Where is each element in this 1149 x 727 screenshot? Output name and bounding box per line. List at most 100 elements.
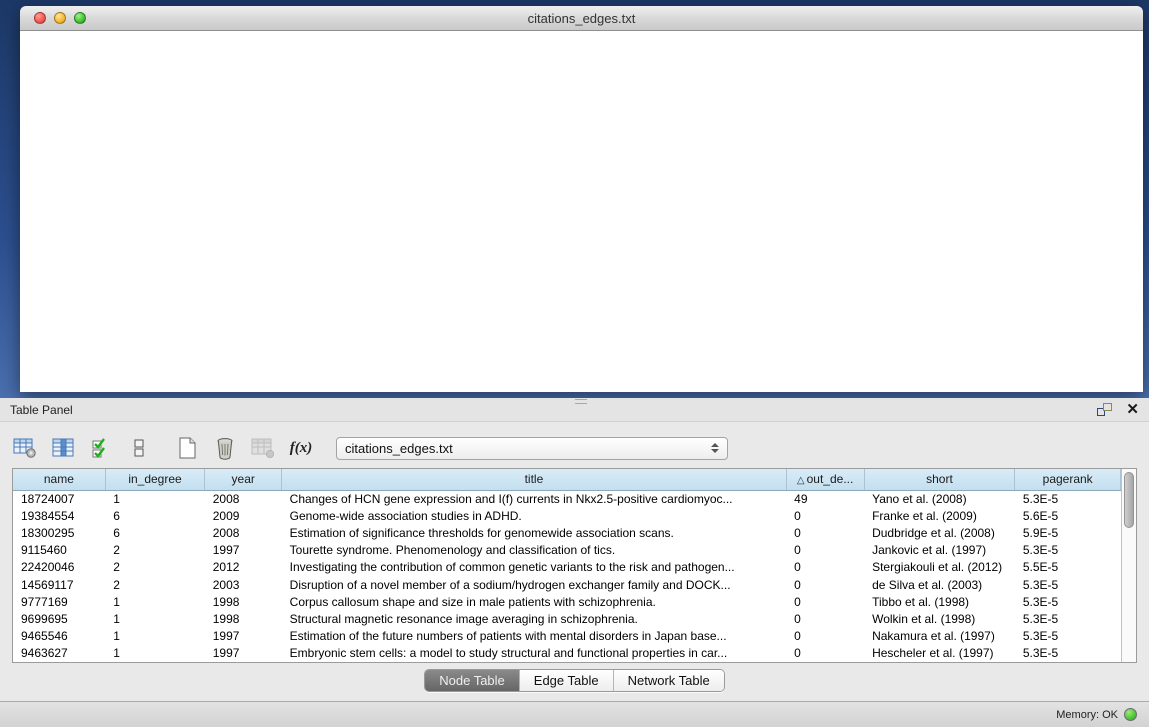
table-cell: 5.3E-5 <box>1015 645 1121 662</box>
table-cell: 18724007 <box>13 490 105 507</box>
new-table-icon <box>177 436 197 460</box>
tab-network-table[interactable]: Network Table <box>614 670 724 691</box>
column-header-name[interactable]: name <box>13 469 105 490</box>
memory-ok-indicator[interactable] <box>1124 708 1137 721</box>
tab-node-table[interactable]: Node Table <box>425 670 520 691</box>
table-scrollbar[interactable] <box>1121 469 1136 662</box>
function-builder-button[interactable]: f(x) <box>288 435 314 461</box>
table-cell: Changes of HCN gene expression and I(f) … <box>282 490 787 507</box>
column-header-out_de[interactable]: △out_de... <box>786 469 864 490</box>
table-cell: Estimation of the future numbers of pati… <box>282 628 787 645</box>
table-cell: 22420046 <box>13 559 105 576</box>
minimize-window-button[interactable] <box>54 12 66 24</box>
table-cell: Dudbridge et al. (2008) <box>864 524 1015 541</box>
table-cell: 6 <box>105 507 204 524</box>
table-selector-dropdown[interactable]: citations_edges.txt <box>336 437 728 460</box>
table-cell: 9465546 <box>13 628 105 645</box>
table-cell: 0 <box>786 610 864 627</box>
table-cell: 0 <box>786 645 864 662</box>
table-cell: Tourette syndrome. Phenomenology and cla… <box>282 542 787 559</box>
column-header-pagerank[interactable]: pagerank <box>1015 469 1121 490</box>
app-desktop: citations_edges.txt <box>0 0 1149 398</box>
select-rows-button[interactable] <box>88 435 114 461</box>
table-settings-button[interactable] <box>12 435 38 461</box>
table-cell: 19384554 <box>13 507 105 524</box>
panel-resize-grip[interactable] <box>575 399 587 404</box>
network-canvas[interactable] <box>20 31 1143 392</box>
table-cell: de Silva et al. (2003) <box>864 576 1015 593</box>
table-cell: 1998 <box>205 593 282 610</box>
column-header-in_degree[interactable]: in_degree <box>105 469 204 490</box>
table-toolbar: f(x) citations_edges.txt <box>12 428 1137 468</box>
close-panel-icon[interactable]: ✕ <box>1126 403 1139 416</box>
table-row[interactable]: 946554611997Estimation of the future num… <box>13 628 1121 645</box>
table-cell: Disruption of a novel member of a sodium… <box>282 576 787 593</box>
table-cell: 1997 <box>205 542 282 559</box>
table-panel-header: Table Panel ✕ <box>0 398 1149 422</box>
float-panel-icon[interactable] <box>1097 403 1112 416</box>
table-cell: Tibbo et al. (1998) <box>864 593 1015 610</box>
table-cell: 5.5E-5 <box>1015 559 1121 576</box>
table-panel: Table Panel ✕ <box>0 398 1149 727</box>
table-cell: 1997 <box>205 628 282 645</box>
table-cell: 1998 <box>205 610 282 627</box>
table-cell: Jankovic et al. (1997) <box>864 542 1015 559</box>
table-row[interactable]: 969969511998Structural magnetic resonanc… <box>13 610 1121 627</box>
table-cell: 1 <box>105 645 204 662</box>
table-cell: 9115460 <box>13 542 105 559</box>
close-window-button[interactable] <box>34 12 46 24</box>
table-cell: 2008 <box>205 490 282 507</box>
table-cell: 2 <box>105 559 204 576</box>
citation-network-graph[interactable] <box>20 31 1141 391</box>
table-cell: Wolkin et al. (1998) <box>864 610 1015 627</box>
table-tabs-row: Node Table Edge Table Network Table <box>12 663 1137 697</box>
column-header-title[interactable]: title <box>282 469 787 490</box>
table-cell: 14569117 <box>13 576 105 593</box>
table-cell: 9699695 <box>13 610 105 627</box>
select-rows-icon <box>91 437 111 459</box>
table-cell: 5.9E-5 <box>1015 524 1121 541</box>
table-row[interactable]: 1872400712008Changes of HCN gene express… <box>13 490 1121 507</box>
table-cell: Franke et al. (2009) <box>864 507 1015 524</box>
column-header-short[interactable]: short <box>864 469 1015 490</box>
table-cell: Genome-wide association studies in ADHD. <box>282 507 787 524</box>
table-row[interactable]: 2242004622012Investigating the contribut… <box>13 559 1121 576</box>
table-cell: 1 <box>105 628 204 645</box>
table-row[interactable]: 1830029562008Estimation of significance … <box>13 524 1121 541</box>
zoom-window-button[interactable] <box>74 12 86 24</box>
window-titlebar[interactable]: citations_edges.txt <box>20 6 1143 31</box>
table-cell: Nakamura et al. (1997) <box>864 628 1015 645</box>
column-header-year[interactable]: year <box>205 469 282 490</box>
table-row[interactable]: 1456911722003Disruption of a novel membe… <box>13 576 1121 593</box>
table-cell: 0 <box>786 524 864 541</box>
table-cell: Investigating the contribution of common… <box>282 559 787 576</box>
table-cell: 5.3E-5 <box>1015 576 1121 593</box>
table-cell: 0 <box>786 576 864 593</box>
table-cell: 2 <box>105 542 204 559</box>
table-cell: 2012 <box>205 559 282 576</box>
table-cell: 1997 <box>205 645 282 662</box>
delete-rows-button[interactable] <box>212 435 238 461</box>
function-icon: f(x) <box>290 440 313 457</box>
table-cell: 6 <box>105 524 204 541</box>
table-row[interactable]: 946362711997Embryonic stem cells: a mode… <box>13 645 1121 662</box>
table-row[interactable]: 911546021997Tourette syndrome. Phenomeno… <box>13 542 1121 559</box>
table-row[interactable]: 1938455462009Genome-wide association stu… <box>13 507 1121 524</box>
status-bar: Memory: OK <box>0 701 1149 727</box>
table-cell: 5.3E-5 <box>1015 610 1121 627</box>
table-column-button[interactable] <box>50 435 76 461</box>
new-table-button[interactable] <box>174 435 200 461</box>
table-cell: Estimation of significance thresholds fo… <box>282 524 787 541</box>
table-cell: 0 <box>786 593 864 610</box>
node-table-container: namein_degreeyeartitle△out_de...shortpag… <box>12 468 1137 663</box>
table-row[interactable]: 977716911998Corpus callosum shape and si… <box>13 593 1121 610</box>
row-height-button[interactable] <box>126 435 152 461</box>
table-cell: Embryonic stem cells: a model to study s… <box>282 645 787 662</box>
table-cell: Yano et al. (2008) <box>864 490 1015 507</box>
tab-edge-table[interactable]: Edge Table <box>520 670 614 691</box>
panel-title: Table Panel <box>10 403 73 417</box>
delete-table-button[interactable] <box>250 435 276 461</box>
table-cell: 5.3E-5 <box>1015 628 1121 645</box>
table-cell: 2009 <box>205 507 282 524</box>
scrollbar-thumb[interactable] <box>1124 472 1134 528</box>
